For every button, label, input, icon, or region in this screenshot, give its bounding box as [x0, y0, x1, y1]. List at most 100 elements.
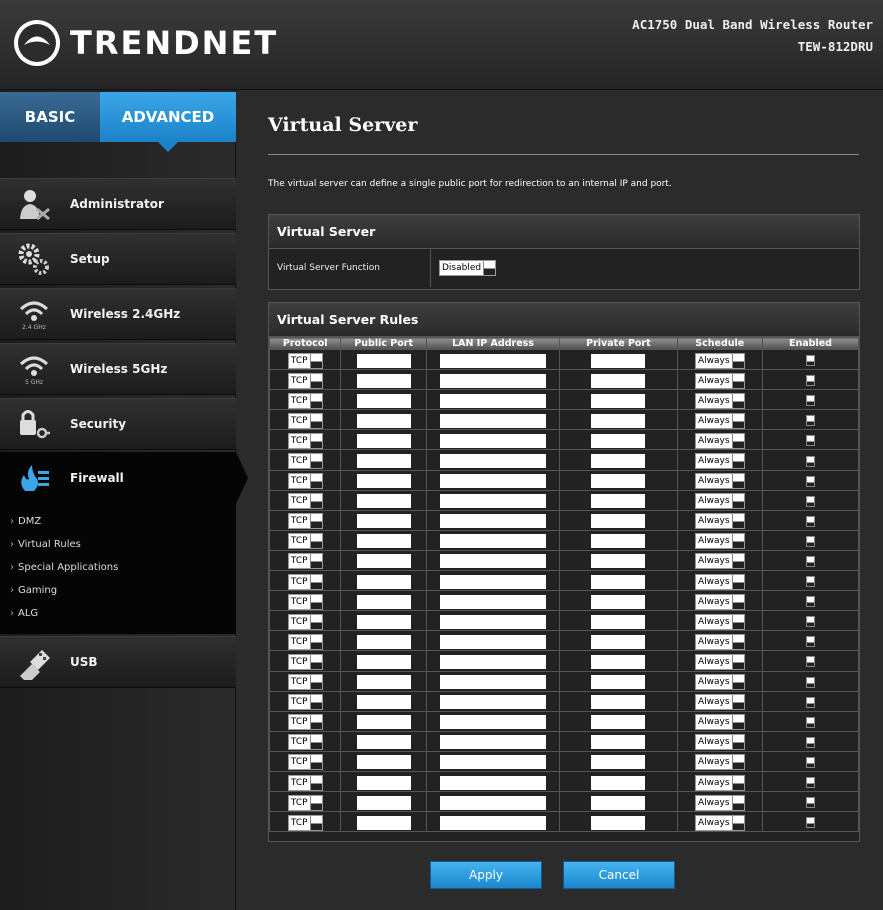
sidebar-item-wireless-24ghz[interactable]: 2.4 GHz Wireless 2.4GHz [0, 288, 236, 340]
schedule-select[interactable]: Always [694, 794, 745, 811]
lan-ip-input[interactable] [440, 413, 547, 428]
protocol-select[interactable]: TCP [287, 392, 323, 409]
public-port-input[interactable] [356, 815, 411, 830]
lan-ip-input[interactable] [440, 574, 547, 589]
sidebar-item-setup[interactable]: Setup [0, 233, 236, 285]
private-port-input[interactable] [591, 393, 646, 408]
schedule-select[interactable]: Always [694, 674, 745, 691]
schedule-select[interactable]: Always [694, 493, 745, 510]
private-port-input[interactable] [591, 715, 646, 730]
private-port-input[interactable] [591, 514, 646, 529]
public-port-input[interactable] [356, 614, 411, 629]
public-port-input[interactable] [356, 393, 411, 408]
tab-basic[interactable]: BASIC [0, 92, 100, 142]
protocol-select[interactable]: TCP [287, 513, 323, 530]
sidebar-item-usb[interactable]: USB [0, 636, 236, 688]
schedule-select[interactable]: Always [694, 412, 745, 429]
sidebar-item-security[interactable]: Security [0, 398, 236, 450]
public-port-input[interactable] [356, 654, 411, 669]
public-port-input[interactable] [356, 755, 411, 770]
protocol-select[interactable]: TCP [287, 613, 323, 630]
private-port-input[interactable] [591, 775, 646, 790]
public-port-input[interactable] [356, 413, 411, 428]
private-port-input[interactable] [591, 795, 646, 810]
sidebar-item-administrator[interactable]: Administrator [0, 178, 236, 230]
private-port-input[interactable] [591, 534, 646, 549]
enabled-checkbox[interactable] [805, 515, 815, 527]
schedule-select[interactable]: Always [694, 593, 745, 610]
lan-ip-input[interactable] [440, 634, 547, 649]
enabled-checkbox[interactable] [805, 475, 815, 487]
submenu-item-special-applications[interactable]: Special Applications [10, 562, 118, 573]
schedule-select[interactable]: Always [694, 553, 745, 570]
enabled-checkbox[interactable] [805, 676, 815, 688]
enabled-checkbox[interactable] [805, 455, 815, 467]
public-port-input[interactable] [356, 735, 411, 750]
schedule-select[interactable]: Always [694, 453, 745, 470]
public-port-input[interactable] [356, 454, 411, 469]
cancel-button[interactable]: Cancel [563, 861, 675, 889]
private-port-input[interactable] [591, 594, 646, 609]
lan-ip-input[interactable] [440, 775, 547, 790]
enabled-checkbox[interactable] [805, 797, 815, 809]
enabled-checkbox[interactable] [805, 716, 815, 728]
public-port-input[interactable] [356, 514, 411, 529]
public-port-input[interactable] [356, 433, 411, 448]
protocol-select[interactable]: TCP [287, 352, 323, 369]
enabled-checkbox[interactable] [805, 415, 815, 427]
private-port-input[interactable] [591, 494, 646, 509]
lan-ip-input[interactable] [440, 695, 547, 710]
protocol-select[interactable]: TCP [287, 814, 323, 831]
lan-ip-input[interactable] [440, 474, 547, 489]
protocol-select[interactable]: TCP [287, 653, 323, 670]
public-port-input[interactable] [356, 534, 411, 549]
lan-ip-input[interactable] [440, 433, 547, 448]
private-port-input[interactable] [591, 353, 646, 368]
protocol-select[interactable]: TCP [287, 432, 323, 449]
schedule-select[interactable]: Always [694, 573, 745, 590]
lan-ip-input[interactable] [440, 353, 547, 368]
enabled-checkbox[interactable] [805, 535, 815, 547]
enabled-checkbox[interactable] [805, 636, 815, 648]
protocol-select[interactable]: TCP [287, 794, 323, 811]
schedule-select[interactable]: Always [694, 473, 745, 490]
schedule-select[interactable]: Always [694, 372, 745, 389]
tab-advanced[interactable]: ADVANCED [100, 92, 236, 152]
enabled-checkbox[interactable] [805, 656, 815, 668]
private-port-input[interactable] [591, 815, 646, 830]
submenu-item-dmz[interactable]: DMZ [10, 516, 41, 527]
lan-ip-input[interactable] [440, 755, 547, 770]
schedule-select[interactable]: Always [694, 714, 745, 731]
enabled-checkbox[interactable] [805, 777, 815, 789]
schedule-select[interactable]: Always [694, 734, 745, 751]
protocol-select[interactable]: TCP [287, 714, 323, 731]
lan-ip-input[interactable] [440, 373, 547, 388]
private-port-input[interactable] [591, 413, 646, 428]
private-port-input[interactable] [591, 755, 646, 770]
private-port-input[interactable] [591, 675, 646, 690]
submenu-item-alg[interactable]: ALG [10, 608, 38, 619]
public-port-input[interactable] [356, 594, 411, 609]
enabled-checkbox[interactable] [805, 375, 815, 387]
private-port-input[interactable] [591, 735, 646, 750]
sidebar-item-wireless-5ghz[interactable]: 5 GHz Wireless 5GHz [0, 343, 236, 395]
schedule-select[interactable]: Always [694, 754, 745, 771]
private-port-input[interactable] [591, 695, 646, 710]
private-port-input[interactable] [591, 634, 646, 649]
protocol-select[interactable]: TCP [287, 493, 323, 510]
public-port-input[interactable] [356, 715, 411, 730]
protocol-select[interactable]: TCP [287, 553, 323, 570]
schedule-select[interactable]: Always [694, 774, 745, 791]
protocol-select[interactable]: TCP [287, 533, 323, 550]
lan-ip-input[interactable] [440, 815, 547, 830]
protocol-select[interactable]: TCP [287, 633, 323, 650]
enabled-checkbox[interactable] [805, 736, 815, 748]
enabled-checkbox[interactable] [805, 395, 815, 407]
protocol-select[interactable]: TCP [287, 754, 323, 771]
lan-ip-input[interactable] [440, 594, 547, 609]
schedule-select[interactable]: Always [694, 432, 745, 449]
lan-ip-input[interactable] [440, 614, 547, 629]
lan-ip-input[interactable] [440, 454, 547, 469]
protocol-select[interactable]: TCP [287, 412, 323, 429]
enabled-checkbox[interactable] [805, 495, 815, 507]
